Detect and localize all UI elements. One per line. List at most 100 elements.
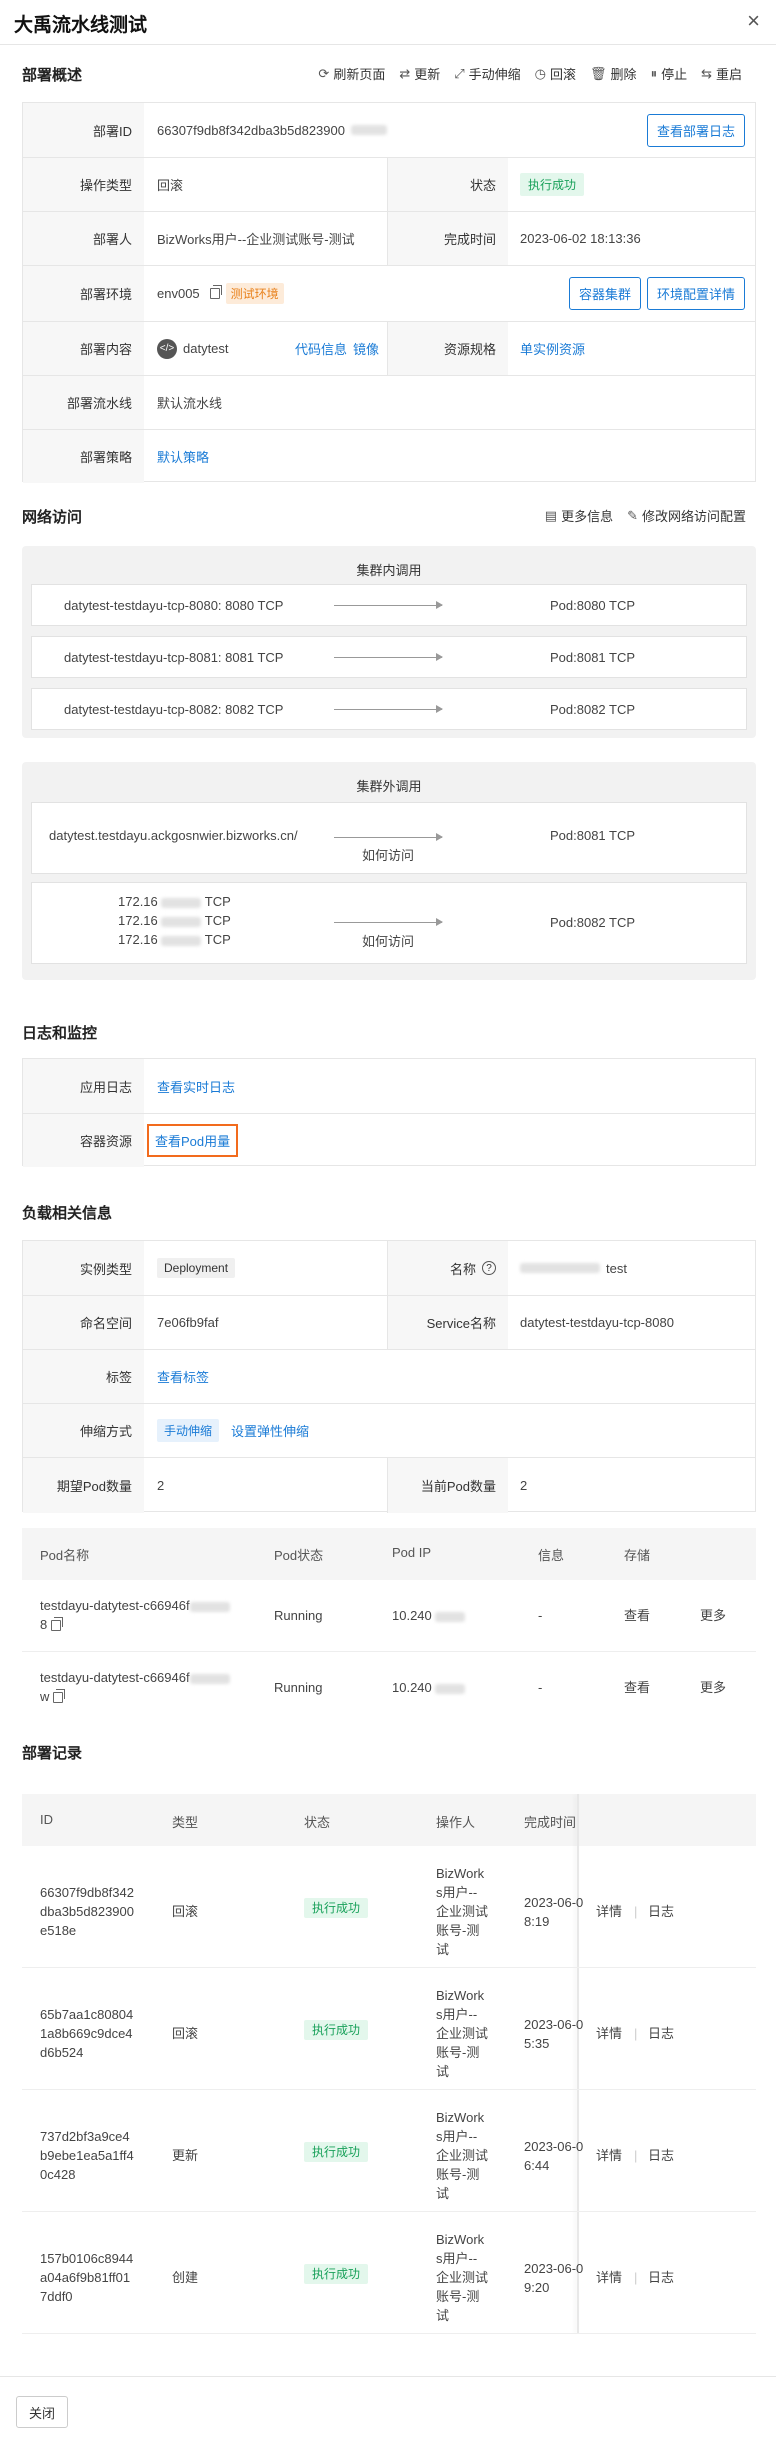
detail-link[interactable]: 详情 — [596, 1902, 622, 1921]
separator: | — [634, 1904, 638, 1919]
tag-label: 标签 — [23, 1350, 144, 1403]
operator: 企业测试 — [436, 2270, 489, 2285]
copy-icon[interactable] — [51, 1617, 64, 1632]
detail-link[interactable]: 详情 — [596, 2146, 622, 2165]
route-src: datytest-testdayu-tcp-8082: 8082 TCP — [64, 702, 284, 717]
col-header: Pod IP — [392, 1545, 432, 1560]
record-type: 创建 — [172, 2270, 199, 2285]
expected-pods-label: 期望Pod数量 — [23, 1458, 144, 1513]
route-dst: Pod:8080 TCP — [550, 598, 636, 613]
code-info-link[interactable]: 代码信息 — [295, 339, 347, 358]
inner-call-title: 集群内调用 — [356, 563, 422, 578]
close-button[interactable]: 关闭 — [16, 2396, 68, 2428]
more-link[interactable]: 更多 — [700, 1678, 726, 1697]
spec-link[interactable]: 单实例资源 — [520, 339, 585, 358]
overview-toolbar: ⟳ 刷新页面 ⇄ 更新 ⤢ 手动伸缩 ◷ 回滚 🗑 删除 ⏸ 停止 ⇆ 重启 — [318, 64, 742, 83]
help-icon[interactable]: ? — [482, 1261, 496, 1275]
pods-table: Pod名称 Pod状态 Pod IP 信息 存储 testdayu-datyte… — [22, 1528, 756, 1708]
route-src: datytest-testdayu-tcp-8080: 8080 TCP — [64, 598, 284, 613]
finish-time: 8:19 — [524, 1914, 550, 1929]
env-tag: 测试环境 — [225, 283, 284, 304]
operator: BizWork — [436, 2232, 485, 2247]
pod-status: Running — [274, 1608, 323, 1623]
edit-network-button[interactable]: ✎ 修改网络访问配置 — [627, 506, 746, 525]
page-title: 大禹流水线测试 — [14, 15, 148, 36]
container-resource-label: 容器资源 — [23, 1114, 144, 1167]
strategy-label: 部署策略 — [23, 430, 144, 483]
finish-time: 2023-06-0 — [524, 2261, 584, 2276]
stop-button[interactable]: ⏸ 停止 — [651, 64, 688, 83]
rollback-button[interactable]: ◷ 回滚 — [535, 64, 576, 83]
image-link[interactable]: 镜像 — [353, 339, 379, 358]
route-dst: Pod:8082 TCP — [550, 915, 636, 930]
operator: 账号-测 — [436, 2167, 480, 2182]
refresh-icon: ⟳ — [318, 65, 330, 81]
log-link[interactable]: 日志 — [648, 2024, 674, 2043]
update-button[interactable]: ⇄ 更新 — [399, 64, 440, 83]
view-realtime-log-link[interactable]: 查看实时日志 — [157, 1077, 235, 1096]
workload-table: 实例类型 Deployment 名称? test 命名空间 7e06fb9faf… — [22, 1240, 756, 1513]
strategy-link[interactable]: 默认策略 — [157, 447, 209, 466]
env-config-button[interactable]: 环境配置详情 — [646, 277, 745, 310]
operator: s用户-- — [436, 2129, 478, 2144]
copy-icon[interactable] — [209, 285, 222, 299]
operator: s用户-- — [436, 2251, 478, 2266]
deployer: BizWorks用户--企业测试账号-测试 — [157, 232, 355, 247]
current-pods-label: 当前Pod数量 — [387, 1458, 508, 1513]
restart-button[interactable]: ⇆ 重启 — [701, 64, 742, 83]
close-icon[interactable]: × — [747, 8, 760, 34]
record-id: b9ebe1ea5a1ff4 — [40, 2148, 134, 2163]
pipeline: 默认流水线 — [157, 396, 223, 411]
col-header: 完成时间 — [524, 1815, 577, 1830]
operator: 企业测试 — [436, 2026, 489, 2041]
view-deploy-log-button[interactable]: 查看部署日志 — [646, 113, 745, 147]
col-header: 信息 — [538, 1548, 565, 1563]
operator: 账号-测 — [436, 1923, 480, 1938]
arrow-icon — [334, 833, 443, 841]
op-type: 回滚 — [157, 178, 184, 193]
log-link[interactable]: 日志 — [648, 1902, 674, 1921]
detail-link[interactable]: 详情 — [596, 2024, 622, 2043]
how-to-access-link[interactable]: 如何访问 — [362, 846, 414, 865]
table-row: testdayu-datytest-c66946f 8 Running 10.2… — [22, 1580, 756, 1652]
more-link[interactable]: 更多 — [700, 1606, 726, 1625]
records-table: ID 类型 状态 操作人 完成时间 66307f9db8f342 dba3b5d8… — [22, 1794, 756, 2334]
arrow-icon — [334, 601, 443, 609]
view-storage-link[interactable]: 查看 — [624, 1678, 650, 1697]
route-src: datytest.testdayu.ackgosnwier.bizworks.c… — [49, 828, 298, 843]
deploy-id-label: 部署ID — [23, 103, 144, 157]
delete-button[interactable]: 🗑 删除 — [590, 64, 637, 83]
view-pod-usage-link[interactable]: 查看Pod用量 — [147, 1124, 239, 1157]
operator: BizWork — [436, 1866, 485, 1881]
outer-call-title: 集群外调用 — [356, 779, 422, 794]
log-link[interactable]: 日志 — [648, 2268, 674, 2287]
pod-status: Running — [274, 1680, 323, 1695]
refresh-button[interactable]: ⟳ 刷新页面 — [318, 64, 385, 83]
table-row: 66307f9db8f342 dba3b5d823900 e518e 回滚 执行成功 Bi… — [22, 1846, 756, 1968]
inner-route: datytest-testdayu-tcp-8082: 8082 TCP Pod… — [31, 688, 747, 730]
view-storage-link[interactable]: 查看 — [624, 1606, 650, 1625]
finish-time: 6:44 — [524, 2158, 550, 2173]
view-tags-link[interactable]: 查看标签 — [157, 1367, 209, 1386]
status-badge: 执行成功 — [520, 173, 585, 196]
manual-scale-tag[interactable]: 手动伸缩 — [157, 1419, 220, 1442]
more-info-button[interactable]: ▤ 更多信息 — [545, 506, 613, 525]
container-cluster-button[interactable]: 容器集群 — [568, 277, 641, 310]
col-header: Pod状态 — [274, 1548, 324, 1563]
copy-icon[interactable] — [53, 1689, 66, 1704]
current-pods: 2 — [520, 1478, 528, 1493]
overview-table: 部署ID 66307f9db8f342dba3b5d823900 查看部署日志 … — [22, 102, 756, 483]
namespace-label: 命名空间 — [23, 1296, 144, 1349]
log-link[interactable]: 日志 — [648, 2146, 674, 2165]
how-to-access-link[interactable]: 如何访问 — [362, 932, 414, 951]
col-header: ID — [40, 1812, 53, 1827]
detail-link[interactable]: 详情 — [596, 2268, 622, 2287]
col-header: Pod名称 — [40, 1548, 90, 1563]
app-log-label: 应用日志 — [23, 1059, 144, 1113]
manual-scale-button[interactable]: ⤢ 手动伸缩 — [454, 64, 520, 83]
pipeline-label: 部署流水线 — [23, 376, 144, 429]
col-header: 类型 — [172, 1815, 199, 1830]
logs-table: 应用日志 查看实时日志 容器资源 查看Pod用量 — [22, 1058, 756, 1167]
logs-title: 日志和监控 — [22, 1025, 98, 1042]
elastic-scale-link[interactable]: 设置弹性伸缩 — [231, 1421, 309, 1440]
